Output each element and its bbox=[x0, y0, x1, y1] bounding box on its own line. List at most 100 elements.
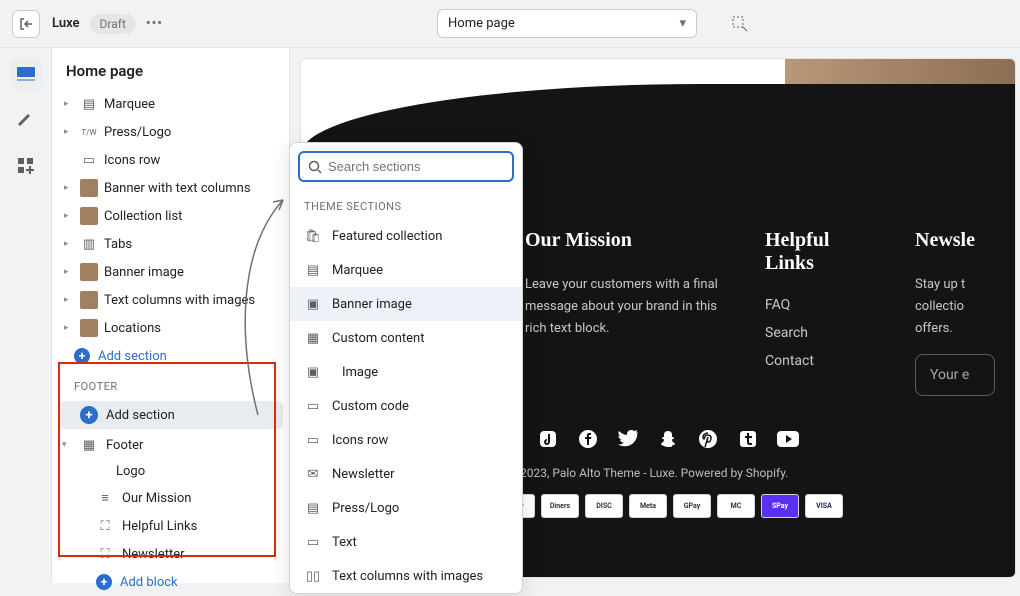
exit-button[interactable] bbox=[12, 10, 40, 38]
footer-col-newsletter: Newsle Stay up t collectio offers. Your … bbox=[915, 229, 995, 396]
dropdown-item[interactable]: ▣Image bbox=[290, 355, 522, 389]
dropdown-group-heading: THEME SECTIONS bbox=[290, 190, 522, 219]
thumb-icon bbox=[80, 207, 98, 225]
apps-icon bbox=[18, 158, 34, 174]
email-input[interactable]: Your e bbox=[915, 354, 995, 396]
footer-add-section[interactable]: + Add section bbox=[58, 401, 283, 429]
thumb-icon bbox=[80, 319, 98, 337]
thumb-icon bbox=[80, 291, 98, 309]
twitter-icon[interactable] bbox=[615, 426, 641, 452]
payment-badge: DISC bbox=[585, 494, 623, 518]
status-badge[interactable]: Draft bbox=[90, 14, 136, 34]
plus-icon: + bbox=[96, 574, 112, 590]
footer-block-item[interactable]: ⛶Newsletter bbox=[52, 540, 289, 568]
press-icon: ▤ bbox=[304, 499, 322, 517]
search-input-wrapper[interactable] bbox=[298, 151, 514, 182]
tree-item[interactable]: ▸Collection list bbox=[52, 202, 289, 230]
pinterest-icon[interactable] bbox=[695, 426, 721, 452]
payment-badge: SPay bbox=[761, 494, 799, 518]
marquee-icon: ▤ bbox=[304, 261, 322, 279]
page-selector[interactable]: Home page ▾ bbox=[437, 9, 697, 38]
link-icon: ⛶ bbox=[96, 517, 114, 535]
dropdown-item[interactable]: ▭Custom code bbox=[290, 389, 522, 423]
dropdown-item[interactable]: ▯▯Text columns with images bbox=[290, 559, 522, 593]
code-icon: ▭ bbox=[304, 397, 322, 415]
brand-label: Luxe bbox=[52, 16, 80, 31]
marquee-icon: ▤ bbox=[80, 95, 98, 113]
section-tree: ▸▤Marquee ▸T/WPress/Logo ▭Icons row ▸Ban… bbox=[52, 90, 289, 596]
payment-badge: Diners bbox=[541, 494, 579, 518]
inspector-tool[interactable] bbox=[726, 10, 754, 38]
footer-group-heading: FOOTER bbox=[52, 370, 289, 399]
tiktok-icon[interactable] bbox=[535, 426, 561, 452]
add-block-button[interactable]: + Add block bbox=[52, 568, 289, 596]
image-icon: ▣ bbox=[304, 363, 322, 381]
left-rail bbox=[0, 48, 52, 583]
dropdown-item[interactable]: 🛍Featured collection bbox=[290, 219, 522, 253]
crop-icon bbox=[731, 15, 749, 33]
footer-block-item[interactable]: Logo bbox=[52, 459, 289, 484]
sections-icon bbox=[17, 67, 35, 81]
payment-badge: Meta bbox=[629, 494, 667, 518]
thumb-icon bbox=[80, 179, 98, 197]
brush-icon bbox=[17, 111, 35, 129]
dropdown-item[interactable]: ▤Marquee bbox=[290, 253, 522, 287]
payment-badge: MC bbox=[717, 494, 755, 518]
tree-item[interactable]: ▸Banner with text columns bbox=[52, 174, 289, 202]
footer-section-item[interactable]: ▾ ▦ Footer bbox=[52, 431, 289, 459]
rail-apps[interactable] bbox=[10, 150, 42, 182]
tree-item[interactable]: ▸▤Marquee bbox=[52, 90, 289, 118]
footer-heading: Our Mission bbox=[525, 229, 725, 252]
mail-icon: ✉ bbox=[304, 465, 322, 483]
image-icon: ▣ bbox=[304, 295, 322, 313]
dropdown-item[interactable]: ✉Newsletter bbox=[290, 457, 522, 491]
tree-item[interactable]: ▸Text columns with images bbox=[52, 286, 289, 314]
dropdown-item[interactable]: ▭Icons row bbox=[290, 423, 522, 457]
footer-block-item[interactable]: ⛶Helpful Links bbox=[52, 512, 289, 540]
tree-item[interactable]: ▭Icons row bbox=[52, 146, 289, 174]
plus-icon: + bbox=[80, 406, 98, 424]
dropdown-item[interactable]: ▣Banner image bbox=[290, 287, 522, 321]
add-section-button[interactable]: + Add section bbox=[52, 342, 289, 370]
plus-icon: + bbox=[74, 348, 90, 364]
youtube-icon[interactable] bbox=[775, 426, 801, 452]
payment-badge: GPay bbox=[673, 494, 711, 518]
dropdown-item[interactable]: ▭Text bbox=[290, 525, 522, 559]
section-picker-dropdown: THEME SECTIONS 🛍Featured collection ▤Mar… bbox=[289, 142, 523, 594]
tree-item[interactable]: ▸Banner image bbox=[52, 258, 289, 286]
tree-item[interactable]: ▸Locations bbox=[52, 314, 289, 342]
payment-badge: VISA bbox=[805, 494, 843, 518]
tree-item[interactable]: ▸▥Tabs bbox=[52, 230, 289, 258]
tumblr-icon[interactable] bbox=[735, 426, 761, 452]
dropdown-item[interactable]: ▦Custom content bbox=[290, 321, 522, 355]
tabs-icon: ▥ bbox=[80, 235, 98, 253]
footer-col-links: Helpful Links FAQ Search Contact bbox=[765, 229, 875, 396]
text-icon: ≡ bbox=[96, 489, 114, 507]
search-input[interactable] bbox=[328, 159, 504, 174]
footer-heading: Helpful Links bbox=[765, 229, 875, 275]
thumb-icon bbox=[80, 263, 98, 281]
rail-sections[interactable] bbox=[10, 58, 42, 90]
newsletter-icon: ⛶ bbox=[96, 545, 114, 563]
facebook-icon[interactable] bbox=[575, 426, 601, 452]
dropdown-item[interactable]: ▤Press/Logo bbox=[290, 491, 522, 525]
snapchat-icon[interactable] bbox=[655, 426, 681, 452]
more-menu[interactable]: ••• bbox=[146, 16, 163, 31]
footer-text: Leave your customers with a final messag… bbox=[525, 274, 725, 340]
icons-row-icon: ▭ bbox=[304, 431, 322, 449]
sidebar: Home page ▸▤Marquee ▸T/WPress/Logo ▭Icon… bbox=[52, 48, 290, 583]
search-icon bbox=[308, 160, 322, 174]
footer-heading: Newsle bbox=[915, 229, 995, 252]
footer-link[interactable]: FAQ bbox=[765, 297, 875, 313]
footer-link[interactable]: Contact bbox=[765, 353, 875, 369]
footer-link[interactable]: Search bbox=[765, 325, 875, 341]
exit-icon bbox=[18, 16, 34, 32]
press-icon: T/W bbox=[80, 123, 98, 141]
footer-icon: ▦ bbox=[80, 436, 98, 454]
tree-item[interactable]: ▸T/WPress/Logo bbox=[52, 118, 289, 146]
footer-block-item[interactable]: ≡Our Mission bbox=[52, 484, 289, 512]
page-selector-label: Home page bbox=[448, 16, 515, 31]
footer-text: Stay up t collectio offers. bbox=[915, 274, 995, 340]
rail-brush[interactable] bbox=[10, 104, 42, 136]
sidebar-title: Home page bbox=[52, 48, 289, 90]
